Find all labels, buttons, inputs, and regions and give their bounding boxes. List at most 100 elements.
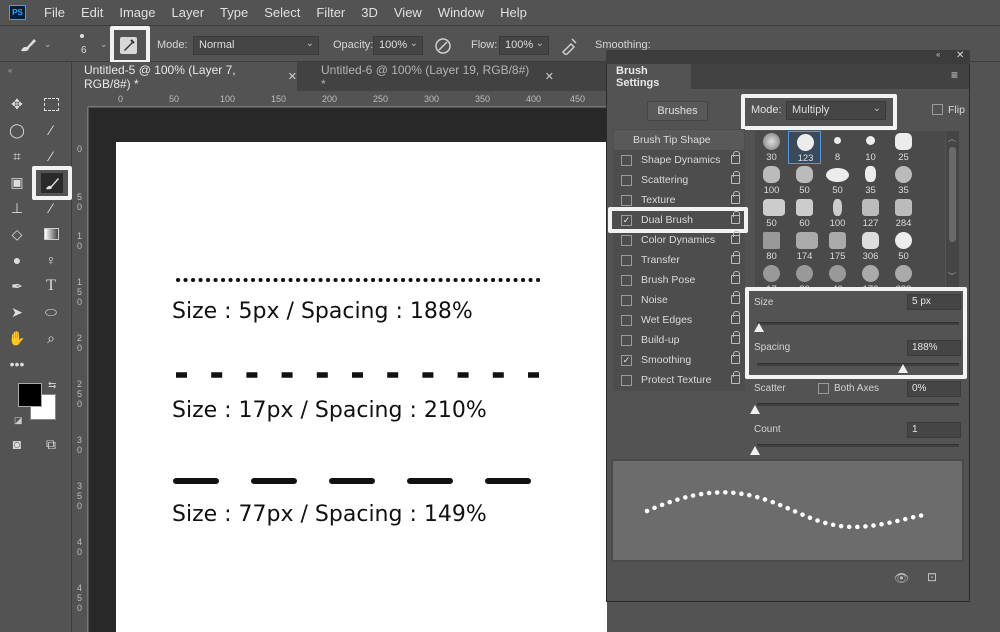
brush-tip[interactable]: 80 (788, 263, 821, 288)
gradient-tool-icon[interactable] (40, 224, 62, 244)
brush-tip[interactable]: 100 (821, 197, 854, 230)
list-dual-brush[interactable]: ✓ Dual Brush (616, 210, 742, 230)
count-input[interactable]: 1 (907, 422, 961, 438)
pen-tool-icon[interactable]: ✒ (6, 276, 28, 296)
blend-mode-select[interactable]: Normal ⌄ (193, 36, 319, 55)
brush-tip[interactable]: 8 (821, 131, 854, 164)
count-slider-thumb[interactable] (750, 446, 760, 455)
checked-checkbox-icon[interactable]: ✓ (621, 354, 632, 366)
brush-tip[interactable]: 284 (887, 197, 920, 230)
brush-tip[interactable]: 25 (887, 131, 920, 164)
flip-checkbox[interactable] (932, 104, 943, 115)
menu-layer[interactable]: Layer (172, 5, 205, 20)
menu-3d[interactable]: 3D (361, 5, 378, 20)
brush-tip[interactable]: 50 (788, 164, 821, 197)
scatter-input[interactable]: 0% (907, 381, 961, 397)
zoom-tool-icon[interactable]: ⌕ (40, 328, 62, 348)
path-selection-tool-icon[interactable]: ➤ (6, 302, 28, 322)
pressure-opacity-icon[interactable] (434, 37, 452, 55)
brush-tip[interactable]: 17 (755, 263, 788, 288)
brush-tip[interactable]: 172 (854, 263, 887, 288)
collapse-toolbar-icon[interactable]: « (8, 66, 12, 75)
both-axes-checkbox[interactable] (818, 383, 829, 394)
spacing-slider-thumb[interactable] (898, 364, 909, 373)
checkbox-icon[interactable] (621, 234, 632, 246)
size-input[interactable]: 5 px (907, 294, 961, 310)
toggle-brush-settings-icon[interactable] (120, 37, 137, 54)
swap-colors-icon[interactable]: ⇆ (48, 380, 56, 391)
checkbox-icon[interactable] (621, 274, 632, 286)
scroll-thumb[interactable] (949, 147, 956, 242)
scatter-slider-track[interactable] (757, 403, 959, 406)
lock-icon[interactable] (731, 251, 740, 264)
brush-tip[interactable]: 40 (821, 263, 854, 288)
brush-tip[interactable]: 60 (788, 197, 821, 230)
brush-tip[interactable]: 50 (887, 230, 920, 263)
lasso-tool-icon[interactable]: ◯ (6, 120, 28, 140)
checkbox-icon[interactable] (621, 294, 632, 306)
lock-icon[interactable] (731, 151, 740, 164)
magic-wand-tool-icon[interactable]: ⁄ (40, 120, 62, 140)
brush-grid-scrollbar[interactable]: ︿ ﹀ (946, 131, 959, 288)
hand-tool-icon[interactable]: ✋ (6, 328, 28, 348)
eyedropper-tool-icon[interactable]: ⁄ (40, 146, 62, 166)
collapse-panel-icon[interactable]: « (936, 50, 940, 59)
brush-tip[interactable]: 35 (887, 164, 920, 197)
close-icon[interactable]: ✕ (545, 70, 554, 83)
close-panel-icon[interactable]: ✕ (956, 50, 964, 61)
list-color-dynamics[interactable]: Color Dynamics (616, 230, 742, 250)
checked-checkbox-icon[interactable]: ✓ (621, 214, 632, 226)
list-transfer[interactable]: Transfer (616, 250, 742, 270)
tab-untitled-6[interactable]: Untitled-6 @ 100% (Layer 19, RGB/8#) * ✕ (309, 62, 554, 91)
brush-tip[interactable]: 30 (755, 131, 788, 164)
checkbox-icon[interactable] (621, 174, 632, 186)
panel-mode-select[interactable]: Multiply ⌄ (786, 101, 886, 120)
ruler-origin[interactable] (72, 91, 88, 107)
airbrush-icon[interactable] (560, 37, 578, 55)
default-colors-icon[interactable]: ◪ (14, 415, 23, 426)
create-new-brush-icon[interactable]: ⊡ (927, 570, 937, 584)
lock-icon[interactable] (731, 371, 740, 384)
close-icon[interactable]: ✕ (288, 70, 297, 83)
panel-title-bar[interactable]: « ✕ (606, 50, 970, 64)
vertical-ruler[interactable]: 0 5 0 1 0 1 5 0 2 0 2 5 0 3 0 3 5 0 4 0 … (72, 107, 88, 632)
toggle-live-tip-icon[interactable]: 👁 (894, 571, 909, 585)
menu-image[interactable]: Image (119, 5, 155, 20)
brush-tip[interactable]: 175 (821, 230, 854, 263)
dodge-tool-icon[interactable]: ♀ (40, 250, 62, 270)
count-slider-track[interactable] (757, 444, 959, 447)
brush-tool-icon[interactable] (41, 173, 63, 193)
ellipse-tool-icon[interactable]: ⬭ (40, 302, 62, 322)
menu-help[interactable]: Help (500, 5, 527, 20)
scatter-slider-thumb[interactable] (750, 405, 760, 414)
frame-tool-icon[interactable]: ▣ (6, 172, 28, 192)
brush-tip[interactable]: 174 (788, 230, 821, 263)
list-build-up[interactable]: Build-up (616, 330, 742, 350)
brush-tip[interactable]: 50 (755, 197, 788, 230)
foreground-color-swatch[interactable] (18, 383, 42, 407)
screen-mode-icon[interactable]: ⧉ (40, 434, 62, 454)
brush-tool-preset-icon[interactable] (18, 37, 38, 53)
list-brush-pose[interactable]: Brush Pose (616, 270, 742, 290)
move-tool-icon[interactable]: ✥ (6, 94, 28, 114)
brush-tip[interactable]: 35 (854, 164, 887, 197)
quick-mask-icon[interactable]: ◙ (6, 434, 28, 454)
preset-chevron-icon[interactable]: ⌄ (44, 39, 52, 50)
lock-icon[interactable] (731, 191, 740, 204)
menu-edit[interactable]: Edit (81, 5, 103, 20)
lock-icon[interactable] (731, 331, 740, 344)
checkbox-icon[interactable] (621, 314, 632, 326)
history-brush-tool-icon[interactable]: ⁄ (40, 198, 62, 218)
eraser-tool-icon[interactable]: ◇ (6, 224, 28, 244)
size-slider-track[interactable] (757, 322, 959, 325)
flow-select[interactable]: 100% ⌄ (499, 36, 549, 55)
brush-tip[interactable]: 80 (755, 230, 788, 263)
panel-menu-icon[interactable]: ≡ (951, 68, 958, 82)
brush-tip[interactable]: 127 (854, 197, 887, 230)
brush-tip[interactable]: 10 (854, 131, 887, 164)
lock-icon[interactable] (731, 351, 740, 364)
brush-tip[interactable]: 50 (821, 164, 854, 197)
lock-icon[interactable] (731, 171, 740, 184)
lock-icon[interactable] (731, 211, 740, 224)
menu-file[interactable]: File (44, 5, 65, 20)
